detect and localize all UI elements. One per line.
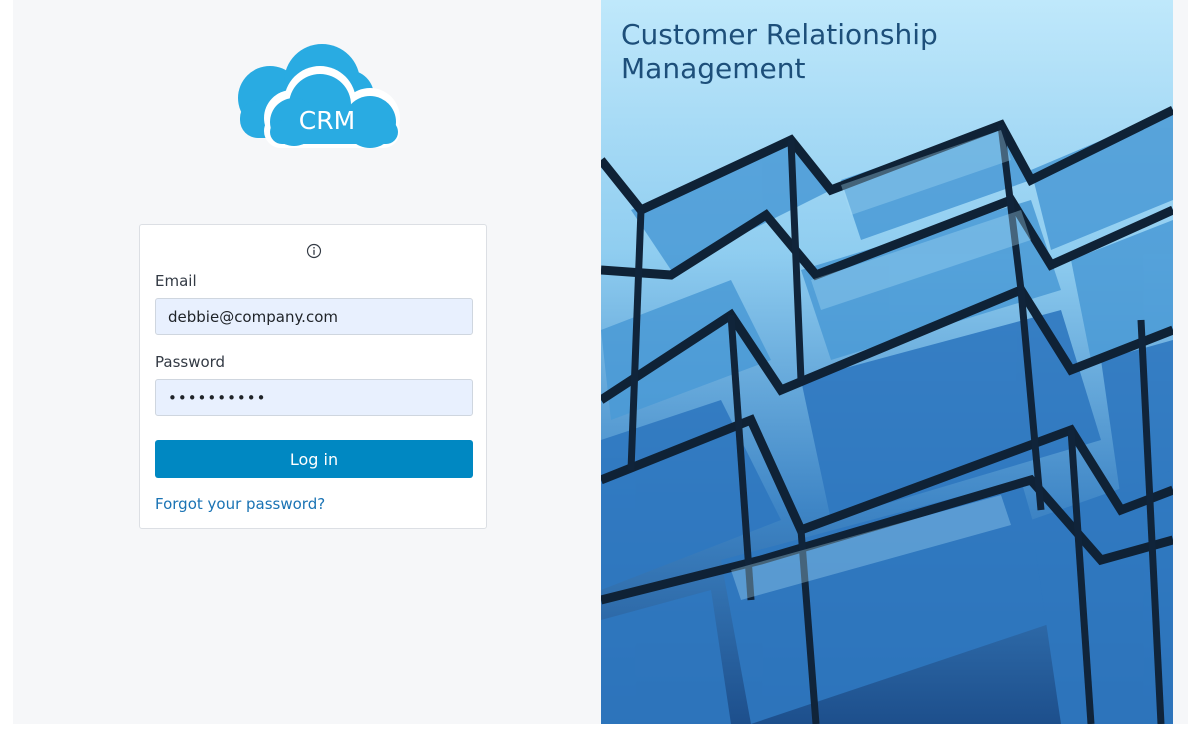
email-label: Email (155, 272, 197, 290)
login-form: Email Password Log in Forgot your passwo… (139, 224, 487, 529)
login-page: CRM Email Password Log in Forgot your pa… (13, 0, 1188, 724)
logo-text: CRM (299, 106, 355, 135)
crm-cloud-logo: CRM (230, 40, 402, 148)
info-circle-icon[interactable] (306, 243, 322, 259)
hero-title: Customer Relationship Management (621, 18, 938, 85)
password-field[interactable] (155, 379, 473, 416)
login-button[interactable]: Log in (155, 440, 473, 478)
hero-image: Customer Relationship Management (601, 0, 1173, 724)
password-label: Password (155, 353, 226, 371)
email-field[interactable] (155, 298, 473, 335)
forgot-password-link[interactable]: Forgot your password? (155, 495, 325, 513)
